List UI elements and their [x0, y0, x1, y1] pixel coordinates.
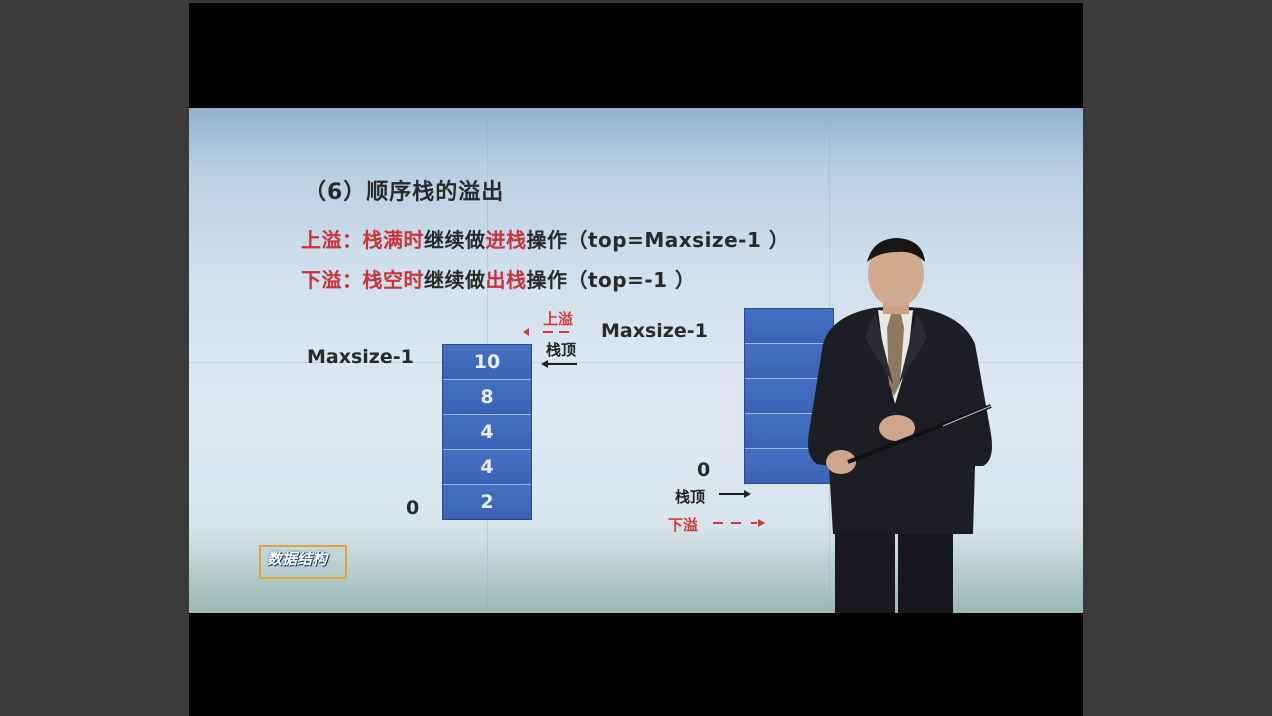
presenter-figure	[808, 238, 992, 613]
lecture-slide: （6）顺序栈的溢出 上溢：栈满时继续做进栈操作（top=Maxsize-1 ） …	[189, 108, 1083, 613]
slide-title: （6）顺序栈的溢出	[304, 180, 505, 205]
pop-term: 出栈	[485, 268, 527, 292]
stack-cell: 4	[443, 450, 531, 485]
logo-text: 数据结构	[267, 550, 328, 568]
right-stack-top-index: Maxsize-1	[601, 320, 708, 342]
right-stack-bottom-index: 0	[697, 459, 711, 481]
push-term: 进栈	[485, 228, 527, 252]
top-pointer-arrow-icon	[541, 360, 577, 368]
left-letterbox	[0, 0, 189, 716]
stack-cell: 4	[443, 415, 531, 450]
overflow-text: 继续做	[424, 228, 486, 252]
right-stack-top-pointer-label: 栈顶	[675, 488, 706, 506]
underflow-arrow-icon	[713, 519, 765, 527]
stack-cell: 8	[443, 380, 531, 415]
course-logo: 数据结构	[259, 545, 347, 579]
overflow-label: 上溢	[543, 310, 574, 328]
stack-cell: 2	[443, 485, 531, 519]
stack-cell: 10	[443, 345, 531, 380]
overflow-condition: 操作（top=Maxsize-1 ）	[526, 228, 790, 252]
overflow-definition: 上溢：栈满时继续做进栈操作（top=Maxsize-1 ）	[301, 224, 789, 253]
top-pointer-arrow-icon	[719, 490, 751, 498]
underflow-term: 下溢：栈空时	[301, 268, 424, 292]
left-stack-top-index: Maxsize-1	[307, 346, 414, 368]
right-letterbox	[1083, 0, 1272, 716]
underflow-text: 继续做	[424, 268, 486, 292]
video-player[interactable]: （6）顺序栈的溢出 上溢：栈满时继续做进栈操作（top=Maxsize-1 ） …	[189, 3, 1083, 716]
full-stack: 10 8 4 4 2	[442, 344, 532, 520]
left-stack-top-pointer-label: 栈顶	[546, 341, 577, 359]
underflow-condition: 操作（top=-1 ）	[526, 268, 696, 292]
left-stack-bottom-index: 0	[406, 497, 420, 519]
overflow-term: 上溢：栈满时	[301, 228, 424, 252]
underflow-label: 下溢	[668, 516, 699, 534]
underflow-definition: 下溢：栈空时继续做出栈操作（top=-1 ）	[301, 264, 696, 293]
